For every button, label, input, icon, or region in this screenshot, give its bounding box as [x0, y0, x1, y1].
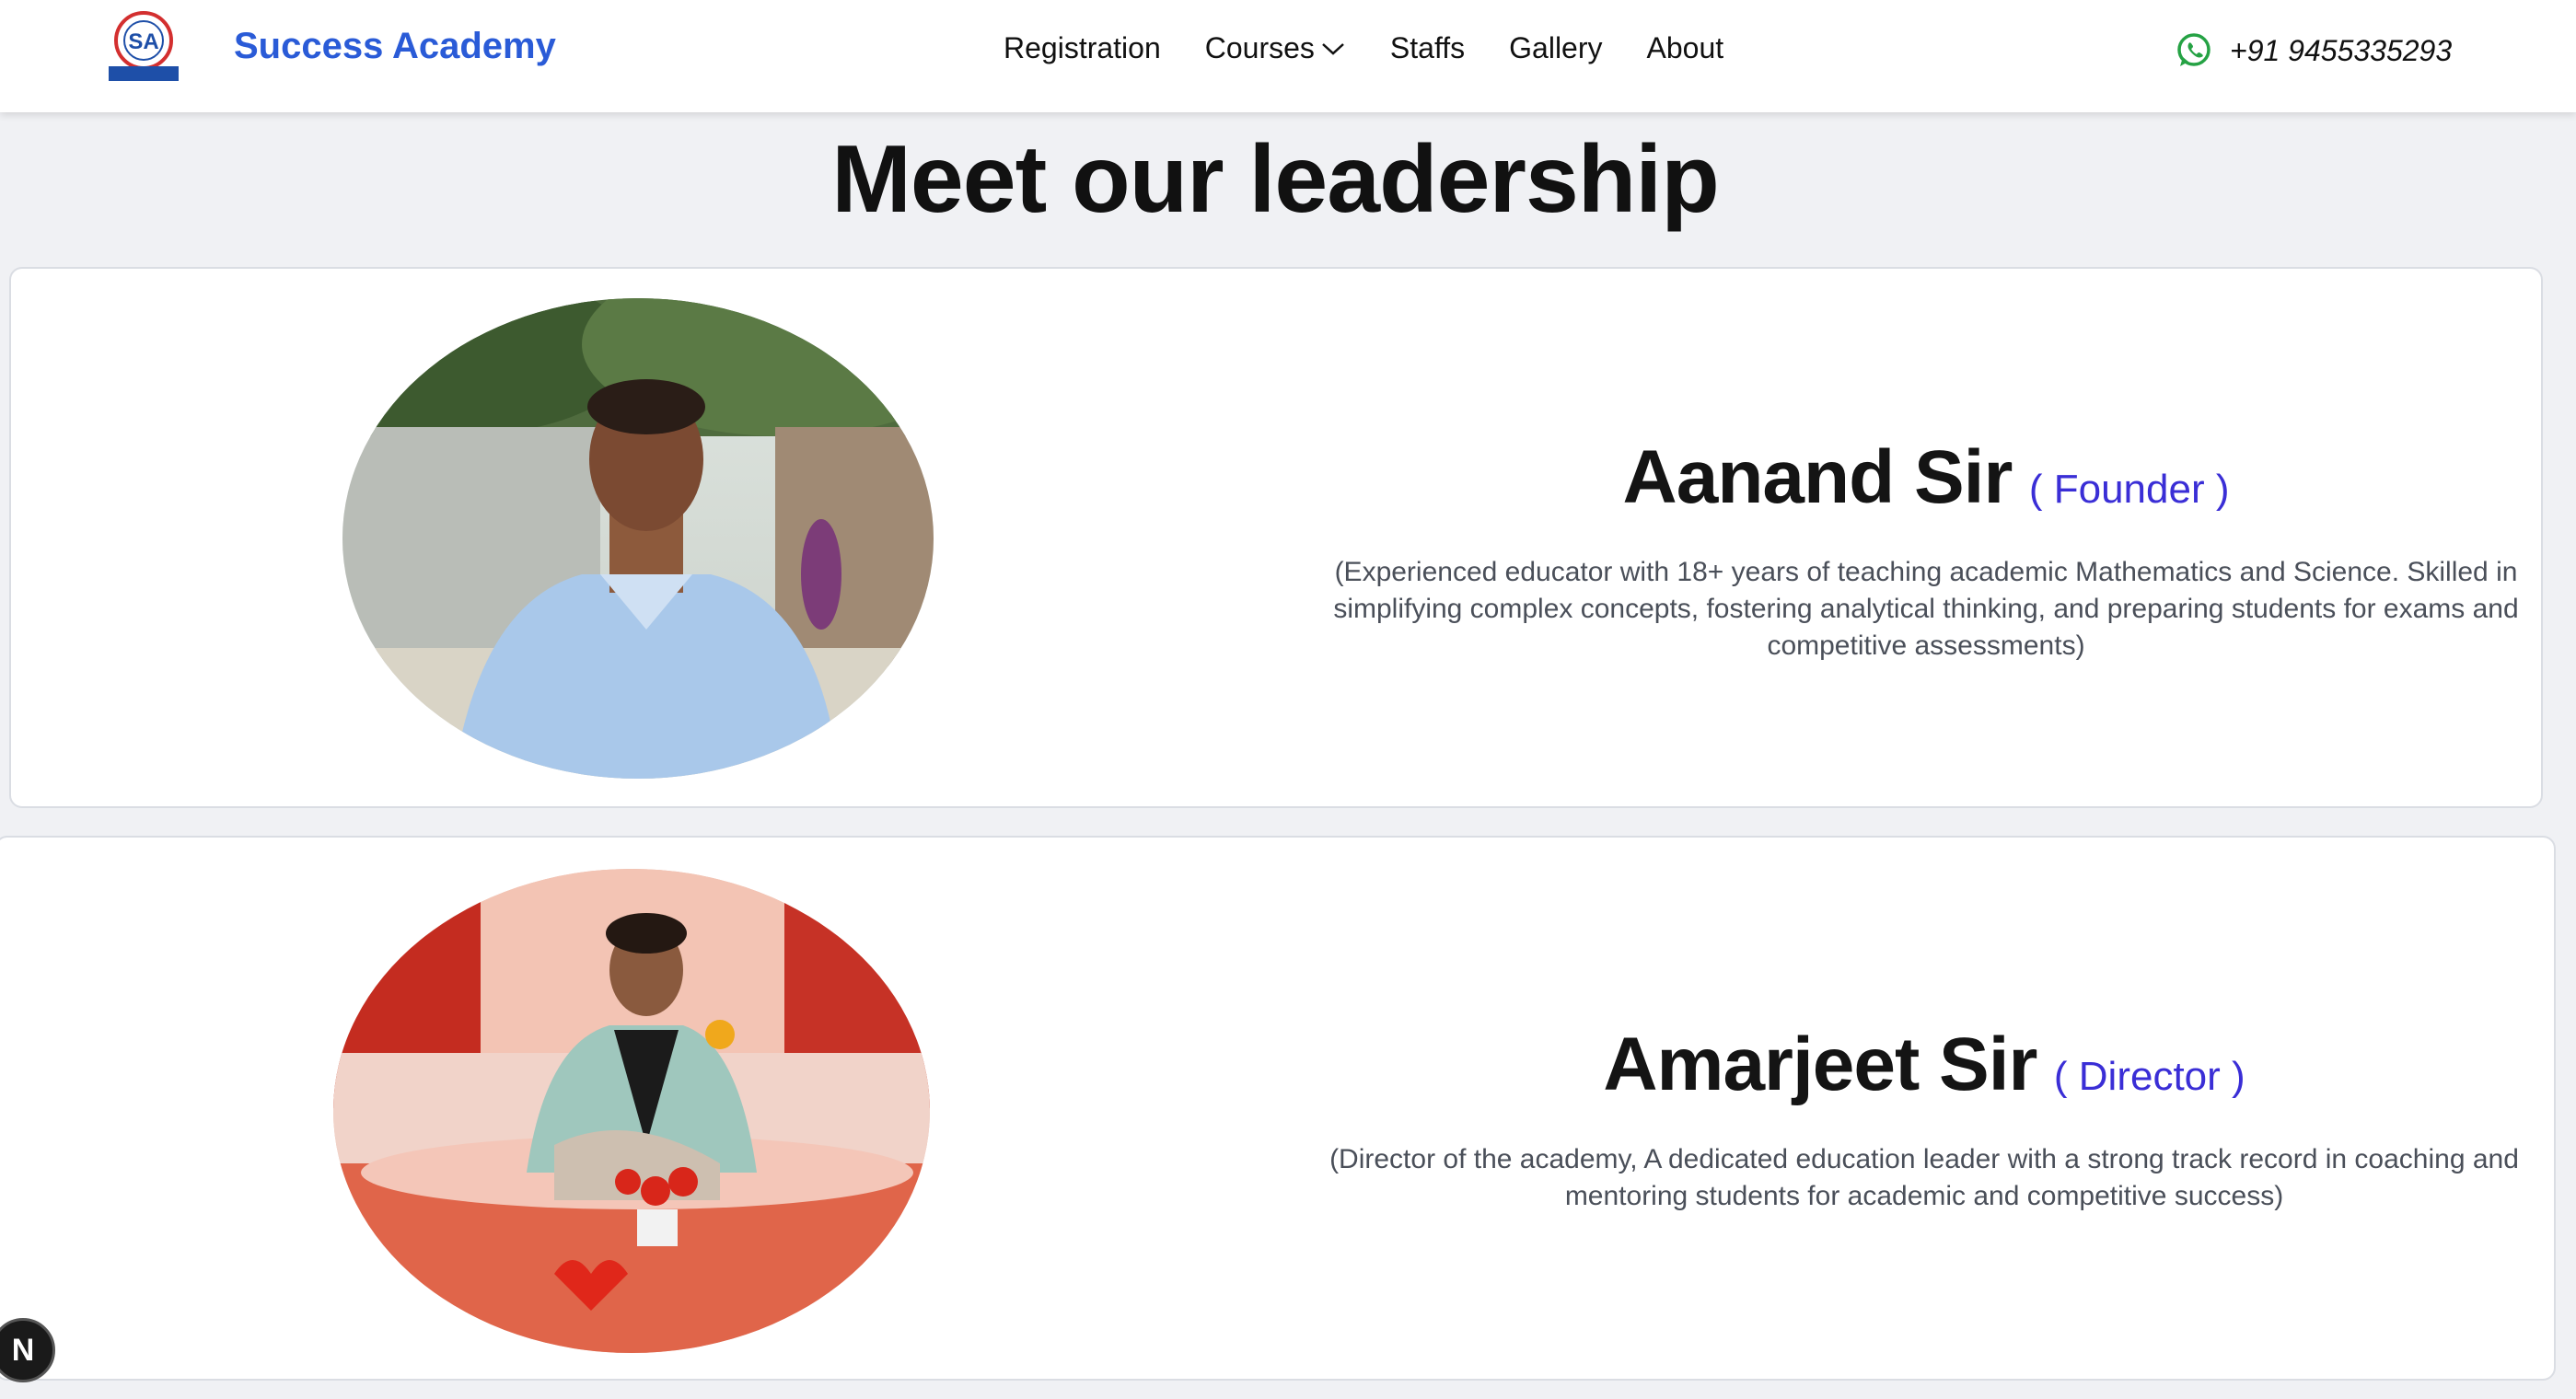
- svg-text:SA: SA: [128, 29, 158, 54]
- chevron-down-icon: [1322, 42, 1344, 55]
- nav-gallery[interactable]: Gallery: [1509, 31, 1602, 65]
- nav-about[interactable]: About: [1647, 31, 1724, 65]
- nav-staffs[interactable]: Staffs: [1390, 31, 1465, 65]
- leader-name-line: Aanand Sir ( Founder ): [1318, 434, 2534, 521]
- leader-role: ( Founder ): [2028, 467, 2230, 512]
- leader-name: Amarjeet Sir: [1603, 1023, 2037, 1106]
- leader-photo: [342, 298, 934, 779]
- leader-name-line: Amarjeet Sir ( Director ): [1311, 1022, 2537, 1108]
- page-title: Meet our leadership: [831, 126, 1719, 233]
- nav-staffs-label: Staffs: [1389, 31, 1466, 64]
- nav-gallery-label: Gallery: [1509, 31, 1603, 64]
- nav-courses-dropdown[interactable]: Courses: [1205, 31, 1346, 65]
- nav-about-label: About: [1646, 31, 1724, 64]
- leader-card: Aanand Sir ( Founder ) (Experienced educ…: [9, 267, 2543, 808]
- leader-info: Amarjeet Sir ( Director ) (Director of t…: [1311, 1022, 2537, 1215]
- phone-number: +91 9455335293: [2230, 33, 2453, 67]
- leader-role: ( Director ): [2053, 1054, 2245, 1099]
- nav-courses-label: Courses: [1204, 31, 1315, 64]
- whatsapp-contact[interactable]: +91 9455335293: [2175, 31, 2452, 70]
- nav-registration[interactable]: Registration: [1004, 31, 1161, 65]
- brand-name[interactable]: Success Academy: [234, 26, 556, 67]
- leader-description: (Experienced educator with 18+ years of …: [1333, 557, 2519, 661]
- leader-photo: [333, 869, 930, 1353]
- whatsapp-icon: [2177, 33, 2210, 66]
- nav-registration-label: Registration: [1004, 31, 1161, 64]
- main-nav: Registration Courses Staffs Gallery Abou…: [1004, 31, 1723, 65]
- leader-info: Aanand Sir ( Founder ) (Experienced educ…: [1318, 434, 2534, 665]
- top-navbar: SA Success Academy Registration Courses …: [0, 0, 2576, 112]
- academy-logo[interactable]: SA: [107, 9, 180, 83]
- leader-description: (Director of the academy, A dedicated ed…: [1329, 1144, 2519, 1211]
- leader-card: Amarjeet Sir ( Director ) (Director of t…: [0, 836, 2556, 1381]
- leader-name: Aanand Sir: [1622, 435, 2013, 519]
